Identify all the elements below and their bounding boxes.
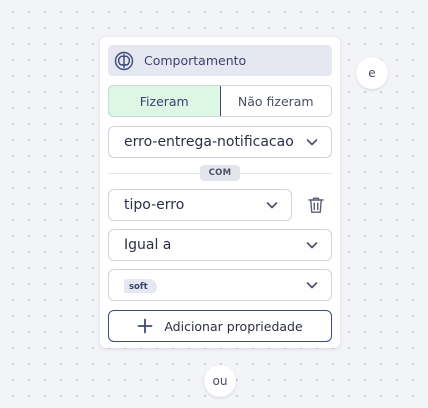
event-select[interactable]: erro-entrega-notificacao: [108, 126, 332, 158]
trash-icon[interactable]: [304, 193, 328, 217]
chevron-down-icon: [305, 135, 319, 149]
add-property-button[interactable]: Adicionar propriedade: [108, 310, 332, 342]
operator-select-value: Igual a: [124, 237, 172, 253]
brain-icon: [113, 50, 135, 72]
values-chip-container: soft: [124, 277, 305, 293]
behavior-filter-card: Comportamento Fizeram Não fizeram erro-e…: [100, 37, 340, 348]
values-select[interactable]: soft: [108, 269, 332, 301]
property-select-value: tipo-erro: [124, 197, 185, 213]
add-property-label: Adicionar propriedade: [164, 318, 303, 334]
operator-select[interactable]: Igual a: [108, 229, 332, 261]
toggle-nao-fizeram[interactable]: Não fizeram: [221, 86, 332, 116]
value-chip[interactable]: soft: [124, 279, 157, 293]
property-select[interactable]: tipo-erro: [108, 189, 292, 221]
toggle-fizeram[interactable]: Fizeram: [109, 86, 221, 116]
card-title: Comportamento: [144, 53, 247, 68]
card-header: Comportamento: [108, 45, 332, 76]
chevron-down-icon: [265, 198, 279, 212]
and-connector-button[interactable]: e: [356, 57, 388, 89]
plus-icon: [137, 318, 153, 334]
com-badge: COM: [200, 165, 240, 181]
event-select-value: erro-entrega-notificacao: [124, 134, 294, 150]
or-connector-button[interactable]: ou: [204, 365, 236, 397]
chevron-down-icon: [305, 238, 319, 252]
chevron-down-icon: [305, 278, 319, 292]
did-toggle: Fizeram Não fizeram: [108, 85, 332, 117]
